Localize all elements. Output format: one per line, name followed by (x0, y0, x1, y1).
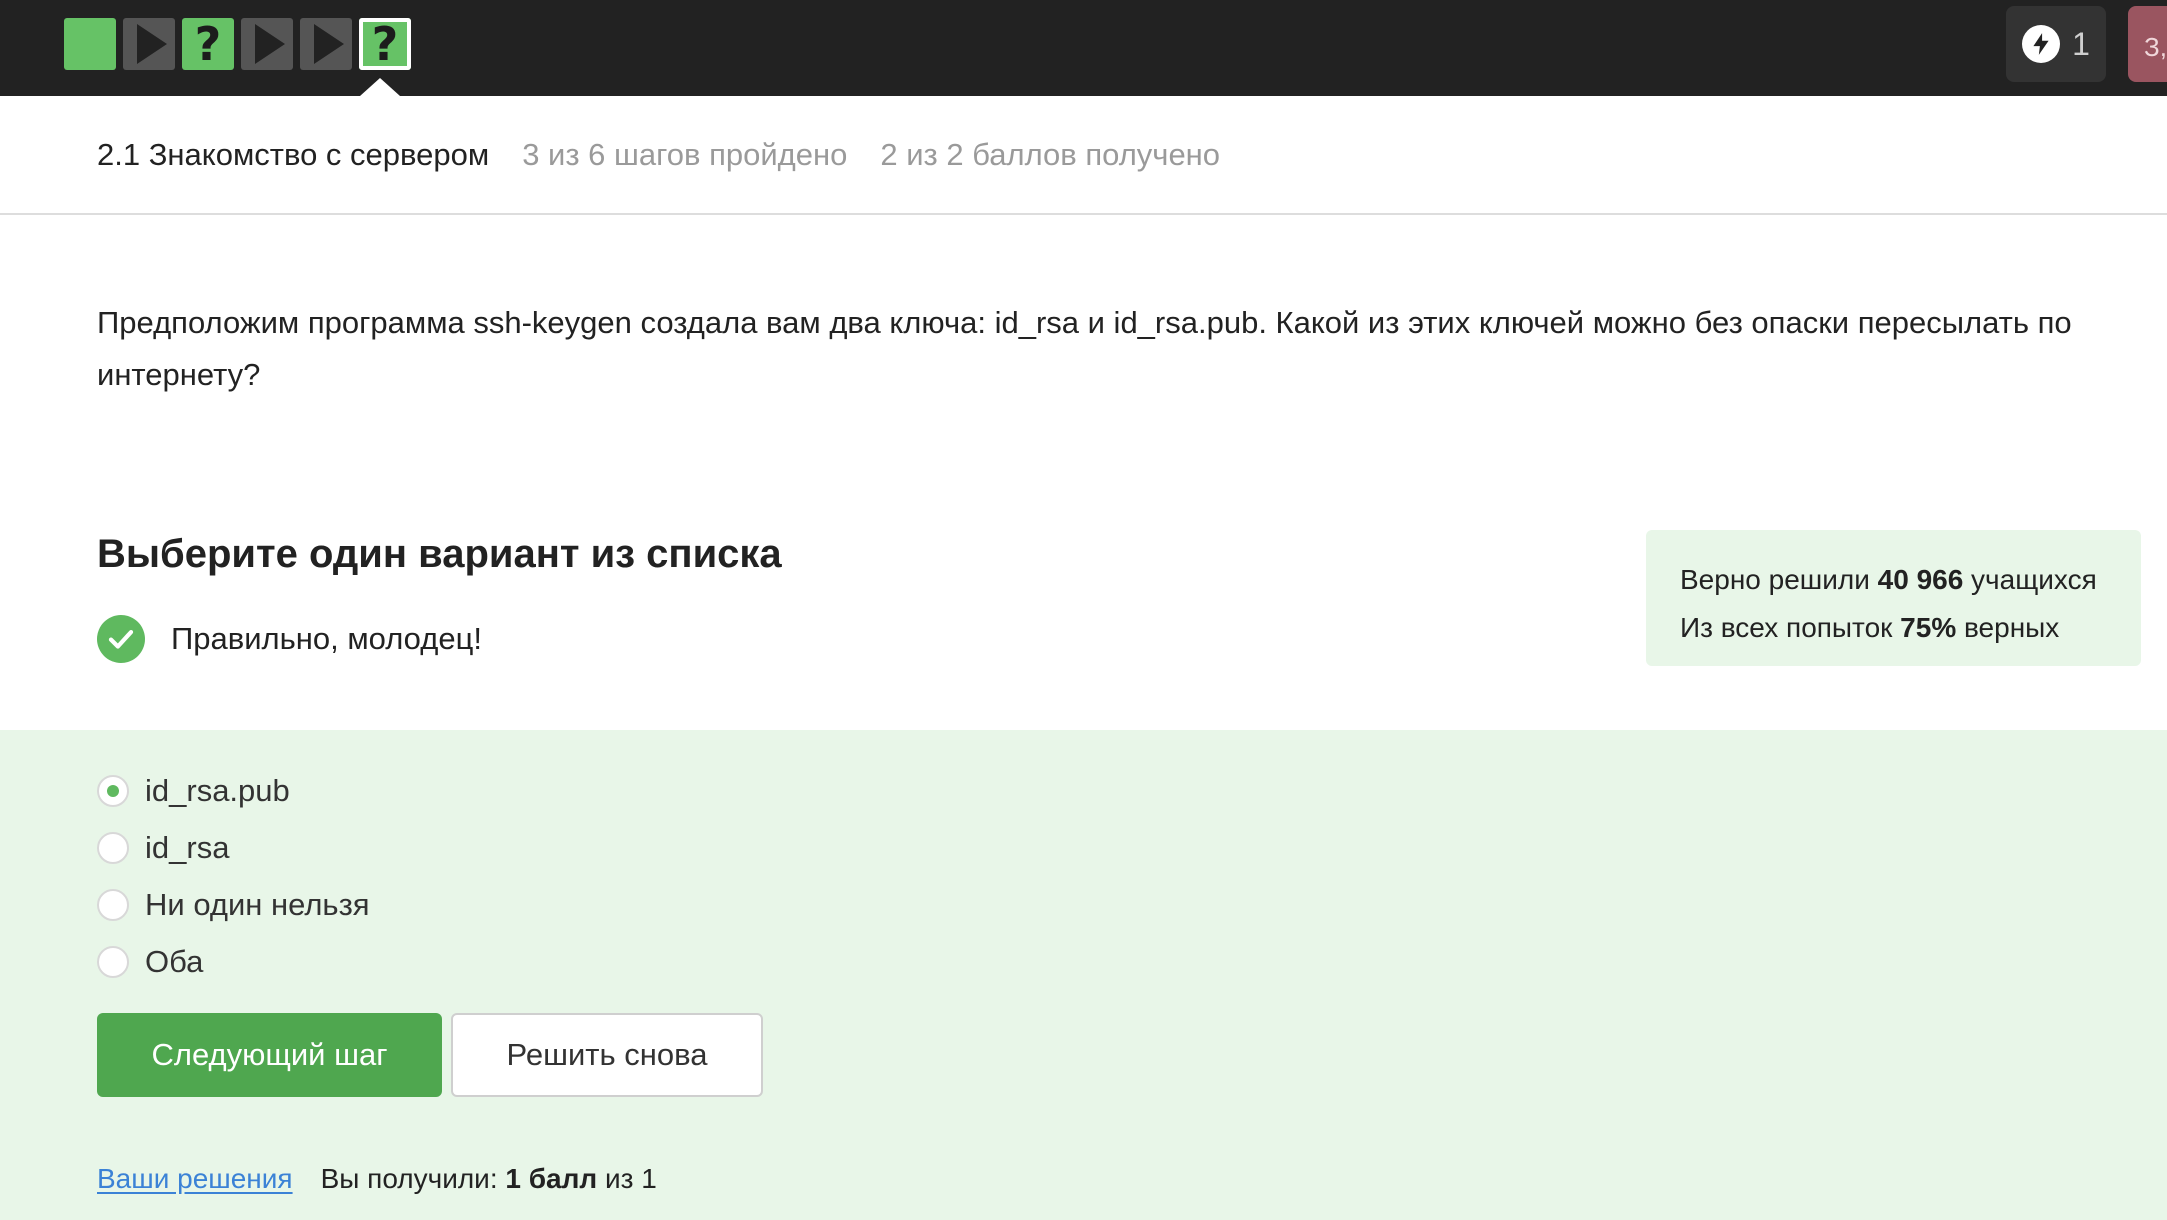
points-progress: 2 из 2 баллов получено (880, 136, 1221, 172)
retry-button[interactable]: Решить снова (451, 1013, 763, 1097)
option-none[interactable]: Ни один нельзя (97, 876, 370, 933)
play-icon (314, 24, 344, 64)
quiz-instruction: Выберите один вариант из списка (97, 532, 782, 576)
option-id-rsa[interactable]: id_rsa (97, 819, 370, 876)
question-text: Предположим программа ssh-keygen создала… (97, 305, 2072, 392)
step-3-quiz[interactable]: ? (182, 18, 234, 70)
active-step-caret (360, 78, 400, 96)
check-icon (97, 615, 145, 663)
step-5-video[interactable] (300, 18, 352, 70)
score-value: 1 балл (505, 1163, 598, 1194)
question-icon: ? (371, 17, 399, 71)
radio[interactable] (97, 888, 129, 921)
option-label: Ни один нельзя (145, 886, 370, 922)
question-icon: ? (194, 17, 222, 71)
option-label: id_rsa.pub (145, 772, 290, 808)
answers-area: id_rsa.pub id_rsa Ни один нельзя Оба Сле… (0, 730, 2167, 1220)
stats-solved-line: Верно решили 40 966 учащихся (1680, 564, 2097, 595)
answer-options: id_rsa.pub id_rsa Ни один нельзя Оба (97, 762, 370, 990)
play-icon (255, 24, 285, 64)
step-1-theory[interactable] (64, 18, 116, 70)
solve-stats: Верно решили 40 966 учащихся Из всех поп… (1646, 530, 2141, 666)
radio[interactable] (97, 945, 129, 978)
energy-count: 1 (2072, 25, 2090, 62)
feedback-text: Правильно, молодец! (171, 621, 482, 656)
option-label: id_rsa (145, 829, 230, 865)
step-4-video[interactable] (241, 18, 293, 70)
energy-button[interactable]: 1 (2006, 6, 2106, 82)
score-text: Вы получили: 1 балл из 1 (320, 1163, 657, 1194)
lightning-icon (2022, 25, 2061, 63)
result-footer: Ваши решения Вы получили: 1 балл из 1 (97, 1163, 657, 1195)
step-6-quiz-current[interactable]: ? (359, 18, 411, 70)
step-2-video[interactable] (123, 18, 175, 70)
top-bar: ? ? 1 З, (0, 0, 2167, 96)
radio[interactable] (97, 831, 129, 864)
correct-rate: 75% (1900, 612, 1957, 643)
play-icon (137, 24, 167, 64)
option-id-rsa-pub[interactable]: id_rsa.pub (97, 762, 370, 819)
stats-attempts-line: Из всех попыток 75% верных (1680, 612, 2060, 643)
lesson-title[interactable]: 2.1 Знакомство с сервером (97, 137, 489, 173)
steps-progress: 3 из 6 шагов пройдено (522, 136, 848, 172)
radio-selected[interactable] (97, 774, 129, 807)
lesson-header: 2.1 Знакомство с сервером 3 из 6 шагов п… (0, 96, 2167, 215)
next-step-button[interactable]: Следующий шаг (97, 1013, 442, 1097)
feedback: Правильно, молодец! (97, 615, 482, 663)
option-both[interactable]: Оба (97, 933, 370, 990)
option-label: Оба (145, 943, 204, 979)
step-navigation: ? ? (64, 18, 411, 70)
solved-count: 40 966 (1877, 564, 1964, 595)
profile-tab[interactable]: З, (2128, 6, 2167, 82)
your-solutions-link[interactable]: Ваши решения (97, 1163, 293, 1195)
radio-dot (107, 784, 119, 797)
